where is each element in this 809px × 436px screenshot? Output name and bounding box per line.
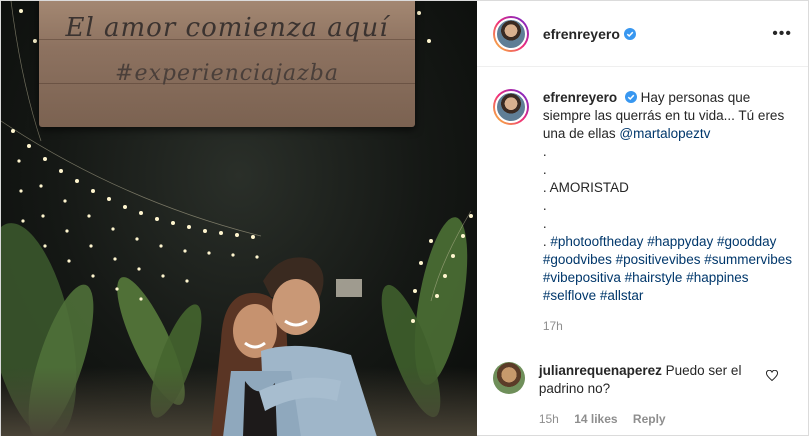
caption-dot: . xyxy=(542,162,547,177)
couple-figures xyxy=(211,257,377,436)
hashtag-link[interactable]: #summervibes xyxy=(704,252,792,267)
comment-likes[interactable]: 14 likes xyxy=(574,412,617,426)
verified-badge-icon xyxy=(624,91,637,103)
caption-dot: . xyxy=(542,198,547,213)
comment-timestamp[interactable]: 15h xyxy=(539,412,559,426)
more-options-icon[interactable]: ••• xyxy=(772,25,792,43)
sign-text-line-1: El amor comienza aquí xyxy=(65,13,389,43)
caption-amoristad: . AMORISTAD xyxy=(542,180,629,195)
hashtag-link[interactable]: #hairstyle xyxy=(625,270,683,285)
caption-hashtags: . #photooftheday #happyday #goodday #goo… xyxy=(543,233,792,305)
instagram-post: El amor comienza aquí #experienciajazba xyxy=(0,0,809,436)
comment-body: julianrequenaperez Puedo ser el padrino … xyxy=(539,362,759,428)
comment-item: julianrequenaperez Puedo ser el padrino … xyxy=(492,362,792,428)
caption-mention[interactable]: @martalopeztv xyxy=(619,126,710,141)
hashtag-link[interactable]: #goodday xyxy=(717,234,776,249)
verified-badge-icon xyxy=(623,27,636,40)
commenter-avatar[interactable] xyxy=(492,362,525,394)
hashtag-link[interactable]: #goodvibes xyxy=(543,252,612,267)
hashtag-link[interactable]: #positivevibes xyxy=(616,252,701,267)
comment-meta: 15h 14 likes Reply xyxy=(539,410,759,428)
post-photo[interactable]: El amor comienza aquí #experienciajazba xyxy=(1,1,477,436)
caption-text: efrenreyero Hay personas que siempre las… xyxy=(543,89,792,335)
caption-timestamp[interactable]: 17h xyxy=(543,317,792,335)
wooden-sign: El amor comienza aquí #experienciajazba xyxy=(39,1,415,127)
post-side-panel: efrenreyero ••• efrenreyero Hay personas… xyxy=(476,1,808,436)
hashtag-link[interactable]: #selflove xyxy=(543,288,596,303)
reply-button[interactable]: Reply xyxy=(633,412,666,426)
post-caption: efrenreyero Hay personas que siempre las… xyxy=(492,89,792,335)
caption-username[interactable]: efrenreyero xyxy=(543,90,617,105)
heart-icon[interactable] xyxy=(766,370,778,382)
author-username[interactable]: efrenreyero xyxy=(543,26,620,42)
post-header: efrenreyero ••• xyxy=(476,1,808,67)
hashtag-link[interactable]: #vibepositiva xyxy=(543,270,621,285)
caption-dot: . xyxy=(542,144,547,159)
caption-avatar[interactable] xyxy=(492,89,529,125)
caption-dot: . xyxy=(542,216,547,231)
hashtag-link[interactable]: #photooftheday xyxy=(550,234,643,249)
author-avatar[interactable] xyxy=(492,15,529,52)
hashtag-link[interactable]: #happyday xyxy=(647,234,713,249)
hashtag-link[interactable]: #allstar xyxy=(600,288,644,303)
hashtag-link[interactable]: #happines xyxy=(686,270,748,285)
sign-text-line-2: #experienciajazba xyxy=(115,61,339,86)
commenter-username[interactable]: julianrequenaperez xyxy=(539,363,662,378)
